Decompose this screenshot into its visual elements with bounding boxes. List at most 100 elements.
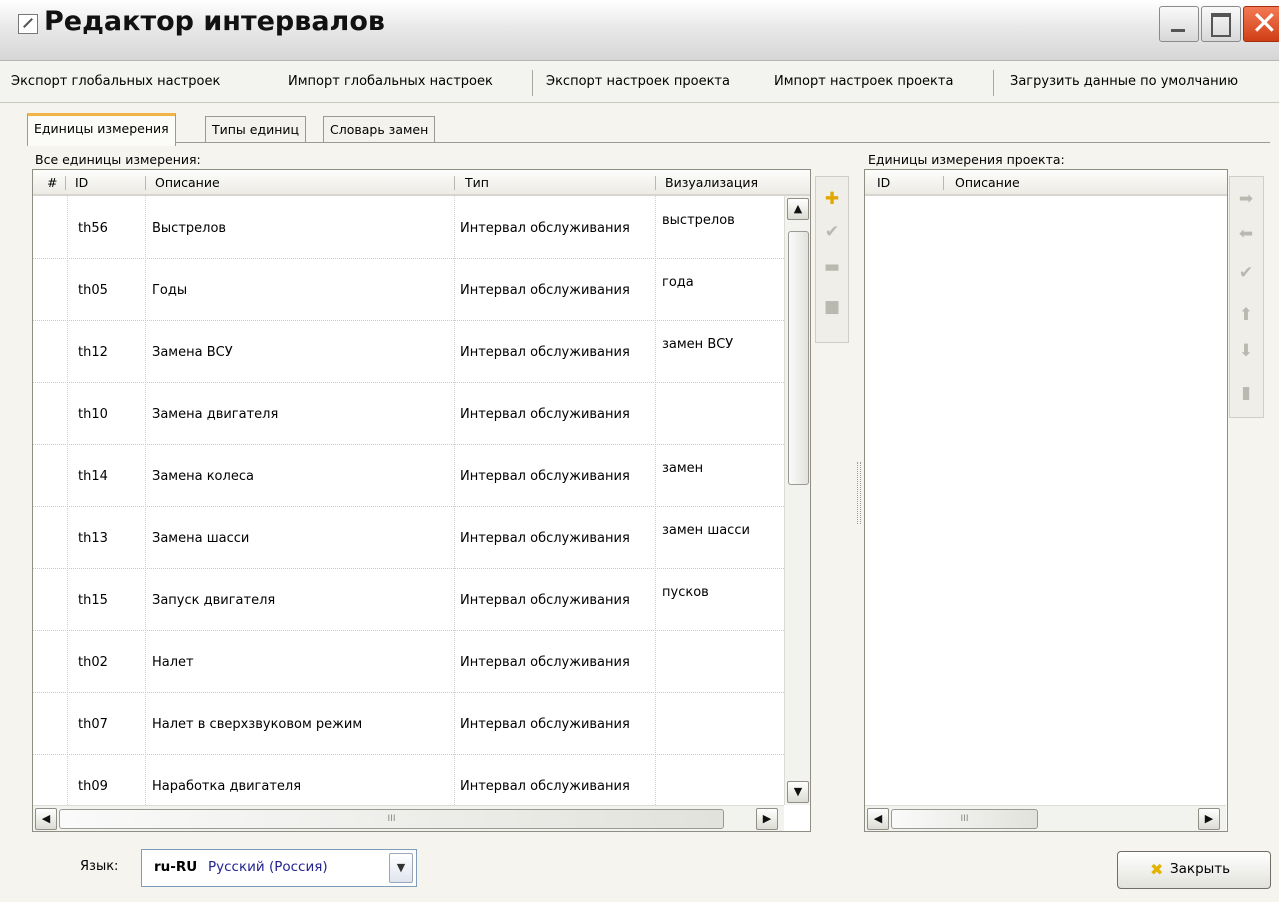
cell-visualization: замен [662, 461, 704, 476]
project-units-grid[interactable]: ID Описание ◀ III ▶ [864, 169, 1228, 832]
maximize-button[interactable] [1201, 6, 1241, 42]
cell-visualization: года [662, 275, 694, 290]
editor-icon [18, 14, 38, 34]
move-right-icon[interactable]: ➡ [1236, 189, 1256, 209]
import-global-settings[interactable]: Импорт глобальных настроек [288, 74, 493, 89]
scroll-grip: III [387, 814, 396, 824]
cell-id: th10 [78, 407, 108, 422]
close-button[interactable]: ✖ Закрыть [1117, 851, 1271, 889]
language-code: ru-RU [154, 859, 198, 875]
cell-type: Интервал обслуживания [460, 779, 630, 794]
column-header-visualization[interactable]: Визуализация [665, 175, 758, 190]
scroll-down-button[interactable]: ▼ [787, 781, 809, 803]
minimize-button[interactable] [1159, 6, 1199, 42]
scroll-up-button[interactable]: ▲ [787, 198, 809, 220]
vertical-scrollbar[interactable]: ▲ ▼ [784, 196, 810, 805]
move-down-icon[interactable]: ⬇ [1236, 341, 1256, 361]
table-row[interactable]: th12 Замена ВСУ Интервал обслуживания замен… [33, 320, 784, 383]
language-select[interactable]: ru-RU Русский (Россия) ▼ [141, 849, 417, 887]
block-icon[interactable]: ■ [822, 297, 842, 317]
cell-id: th07 [78, 717, 108, 732]
cell-id: th02 [78, 655, 108, 670]
cell-visualization: выстрелов [662, 213, 735, 228]
column-separator [454, 176, 455, 190]
chevron-down-icon[interactable]: ▼ [389, 853, 413, 883]
cell-description: Выстрелов [152, 221, 227, 236]
scroll-up-arrow: ▲ [793, 202, 803, 215]
cell-visualization: пусков [662, 585, 709, 600]
middle-toolbar: ✚ ✔ ▬ ■ [815, 176, 849, 343]
cell-id: th05 [78, 283, 108, 298]
cell-type: Интервал обслуживания [460, 717, 630, 732]
table-row[interactable]: th13 Замена шасси Интервал обслуживания зам… [33, 506, 784, 569]
scroll-right-arrow: ▶ [762, 812, 772, 825]
column-header-type[interactable]: Тип [465, 175, 489, 190]
hscroll-thumb[interactable]: III [891, 809, 1038, 829]
table-row[interactable]: th10 Замена двигателя Интервал обслуживани… [33, 382, 784, 445]
horizontal-scrollbar[interactable]: ◀ III ▶ [865, 805, 1226, 831]
cell-description: Замена ВСУ [152, 345, 233, 360]
scroll-left-arrow: ◀ [873, 812, 883, 825]
cell-description: Запуск двигателя [152, 593, 276, 608]
column-header-description[interactable]: Описание [155, 175, 220, 190]
load-default-data[interactable]: Загрузить данные по умолчанию [1010, 74, 1238, 89]
export-global-settings[interactable]: Экспорт глобальных настроек [11, 74, 220, 89]
cell-type: Интервал обслуживания [460, 469, 630, 484]
close-icon: ✕ [1251, 4, 1278, 42]
scroll-right-button[interactable]: ▶ [1198, 808, 1220, 830]
cell-id: th56 [78, 221, 108, 236]
import-project-settings[interactable]: Импорт настроек проекта [774, 74, 953, 89]
table-row[interactable]: th05 Годы Интервал обслуживания года [33, 258, 784, 321]
table-row[interactable]: th56 Выстрелов Интервал обслуживания выстре… [33, 196, 784, 259]
horizontal-scrollbar[interactable]: ◀ III ▶ [33, 805, 784, 831]
splitter-handle[interactable] [857, 462, 861, 524]
delete-doc-icon[interactable]: ▮ [1236, 383, 1256, 403]
column-header-id[interactable]: ID [75, 175, 88, 190]
toolbar-separator [532, 70, 533, 96]
cell-description: Наработка двигателя [152, 779, 302, 794]
check-icon[interactable]: ✔ [822, 222, 842, 242]
table-row[interactable]: th07 Налет в сверхзвуковом режим Интервал … [33, 692, 784, 755]
remove-icon[interactable]: ▬ [822, 257, 842, 277]
grid-header: ID Описание [865, 170, 1227, 196]
export-project-settings[interactable]: Экспорт настроек проекта [546, 74, 730, 89]
maximize-icon [1211, 13, 1231, 37]
cell-description: Замена колеса [152, 469, 254, 484]
add-icon[interactable]: ✚ [822, 189, 842, 209]
column-header-id[interactable]: ID [877, 175, 890, 190]
table-row[interactable]: th14 Замена колеса Интервал обслуживания за… [33, 444, 784, 507]
check-icon[interactable]: ✔ [1236, 263, 1256, 283]
move-left-icon[interactable]: ⬅ [1236, 224, 1256, 244]
column-header-description[interactable]: Описание [955, 175, 1020, 190]
column-header-number[interactable]: # [47, 175, 57, 190]
scroll-right-arrow: ▶ [1204, 812, 1214, 825]
column-separator [943, 176, 944, 190]
scroll-right-button[interactable]: ▶ [756, 808, 778, 830]
close-window-button[interactable]: ✕ [1243, 4, 1279, 42]
scroll-left-button[interactable]: ◀ [35, 808, 57, 830]
toolbar: Экспорт глобальных настроек Импорт глоба… [0, 62, 1279, 103]
table-row[interactable]: th02 Налет Интервал обслуживания [33, 630, 784, 693]
right-toolbar: ➡ ⬅ ✔ ⬆ ⬇ ▮ [1229, 176, 1264, 418]
cell-description: Годы [152, 283, 188, 298]
column-separator [65, 176, 66, 190]
scroll-left-button[interactable]: ◀ [867, 808, 889, 830]
cell-id: th13 [78, 531, 108, 546]
language-name: Русский (Россия) [208, 859, 328, 875]
window-title: Редактор интервалов [44, 6, 385, 37]
tab-unit-types[interactable]: Типы единиц [205, 116, 307, 143]
cell-description: Замена двигателя [152, 407, 279, 422]
scroll-thumb[interactable] [788, 231, 809, 485]
move-up-icon[interactable]: ⬆ [1236, 305, 1256, 325]
hscroll-thumb[interactable]: III [59, 809, 724, 829]
title-bar[interactable]: Редактор интервалов ✕ [0, 0, 1279, 61]
all-units-label: Все единицы измерения: [35, 152, 201, 167]
toolbar-separator [993, 70, 994, 96]
cell-type: Интервал обслуживания [460, 221, 630, 236]
all-units-grid[interactable]: # ID Описание Тип Визуализация th56 Выстр… [32, 169, 811, 832]
cell-id: th12 [78, 345, 108, 360]
tab-replacement-dictionary[interactable]: Словарь замен [323, 116, 436, 143]
table-row[interactable]: th15 Запуск двигателя Интервал обслуживани… [33, 568, 784, 631]
column-separator [655, 176, 656, 190]
tab-units[interactable]: Единицы измерения [27, 113, 176, 146]
